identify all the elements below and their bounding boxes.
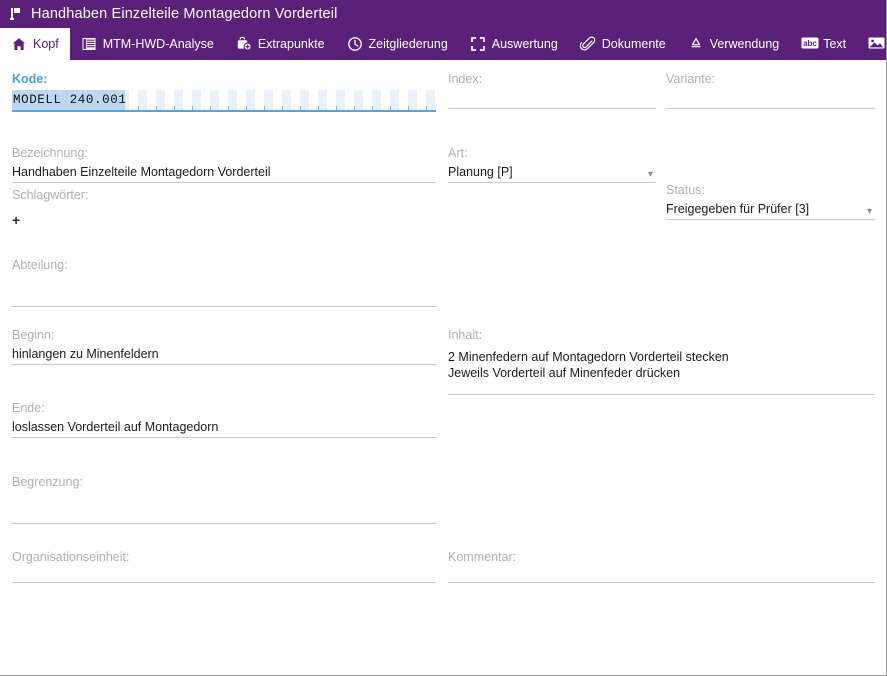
home-icon	[11, 36, 27, 52]
abc-icon: abc	[801, 36, 819, 52]
organisationseinheit-input[interactable]	[12, 582, 436, 583]
field-inhalt: Inhalt: 2 Minenfedern auf Montagedorn Vo…	[448, 328, 875, 395]
tab-label: Text	[823, 37, 847, 51]
tab-verwendung[interactable]: Verwendung	[677, 28, 791, 60]
status-value: Freigegeben für Prüfer [3]	[666, 202, 810, 216]
tab-label: Kopf	[33, 37, 59, 51]
chevron-down-icon[interactable]: ▾	[648, 170, 653, 180]
tab-extrapunkte[interactable]: Extrapunkte	[225, 28, 336, 60]
tab-kopf[interactable]: Kopf	[0, 28, 70, 60]
field-label-bezeichnung: Bezeichnung:	[12, 146, 88, 160]
recycle-icon	[688, 36, 704, 52]
bezeichnung-value: Handhaben Einzelteile Montagedorn Vorder…	[12, 165, 271, 179]
tab-label: Auswertung	[491, 37, 558, 51]
window-title: Handhaben Einzelteile Montagedorn Vorder…	[31, 6, 338, 22]
field-abteilung: Abteilung:	[12, 258, 436, 307]
add-schlagwort-button[interactable]: +	[12, 212, 20, 228]
index-input[interactable]	[448, 90, 656, 109]
field-ende: Ende: loslassen Vorderteil auf Montagedo…	[12, 401, 436, 438]
tab-zeitgliederung[interactable]: Zeitgliederung	[336, 28, 459, 60]
field-label-art: Art:	[448, 146, 468, 160]
tab-dokumente[interactable]: Dokumente	[569, 28, 677, 60]
tab-label: Zeitgliederung	[368, 37, 448, 51]
ende-value: loslassen Vorderteil auf Montagedorn	[12, 420, 219, 434]
process-step-icon	[8, 6, 24, 22]
field-label-inhalt: Inhalt:	[448, 328, 483, 342]
bag-plus-icon	[236, 36, 252, 52]
kode-value: MODELL 240.001	[13, 93, 127, 107]
beginn-value: hinlangen zu Minenfeldern	[12, 347, 159, 361]
field-label-kommentar: Kommentar:	[448, 550, 517, 564]
ende-input[interactable]: loslassen Vorderteil auf Montagedorn	[12, 419, 436, 438]
kommentar-input[interactable]	[448, 582, 875, 583]
tab-label: Verwendung	[709, 37, 780, 51]
field-label-kode: Kode:	[12, 72, 48, 86]
field-schlagwoerter: Schlagwörter: +	[12, 188, 436, 230]
field-label-organisationseinheit: Organisationseinheit:	[12, 550, 130, 564]
tab-auswertung[interactable]: Auswertung	[459, 28, 569, 60]
field-status: Status: Freigegeben für Prüfer [3] ▾	[666, 183, 875, 220]
field-begrenzung: Begrenzung:	[12, 475, 436, 524]
field-label-index: Index:	[448, 72, 483, 86]
inhalt-underline	[448, 394, 875, 395]
kode-input[interactable]: MODELL 240.001	[12, 90, 436, 112]
list-grid-icon	[81, 36, 97, 52]
field-kode: Kode: MODELL 240.001	[12, 72, 436, 112]
begrenzung-input[interactable]	[12, 523, 436, 524]
status-select[interactable]: Freigegeben für Prüfer [3]	[666, 201, 875, 220]
beginn-input[interactable]: hinlangen zu Minenfeldern	[12, 346, 436, 365]
inhalt-line-1: 2 Minenfedern auf Montagedorn Vorderteil…	[448, 350, 729, 364]
paperclip-icon	[579, 36, 596, 52]
field-label-schlagwoerter: Schlagwörter:	[12, 188, 89, 202]
chevron-down-icon[interactable]: ▾	[867, 207, 872, 217]
tab-label: Dokumente	[601, 37, 666, 51]
inhalt-line-2: Jeweils Vorderteil auf Minenfeder drücke…	[448, 366, 681, 380]
tab-text[interactable]: abc Text	[790, 28, 857, 60]
tab-bar: Kopf MTM-HWD-Analyse Extrapunkte Zeitgli…	[0, 28, 886, 60]
image-icon	[868, 36, 885, 52]
field-index: Index:	[448, 72, 656, 109]
bezeichnung-input[interactable]: Handhaben Einzelteile Montagedorn Vorder…	[12, 164, 436, 183]
art-value: Planung [P]	[448, 165, 513, 179]
application-window: Handhaben Einzelteile Montagedorn Vorder…	[0, 0, 887, 676]
svg-text:abc: abc	[803, 39, 817, 48]
field-label-status: Status:	[666, 183, 705, 197]
field-bezeichnung: Bezeichnung: Handhaben Einzelteile Monta…	[12, 146, 436, 183]
field-label-ende: Ende:	[12, 401, 45, 415]
tab-label: MTM-HWD-Analyse	[102, 37, 214, 51]
field-label-variante: Variante:	[666, 72, 716, 86]
abteilung-input[interactable]	[12, 306, 436, 307]
field-kommentar: Kommentar:	[448, 550, 875, 583]
form-body: Kode: MODELL 240.001 Index: Variante: Be…	[0, 60, 886, 675]
inhalt-input[interactable]: 2 Minenfedern auf Montagedorn Vorderteil…	[448, 346, 875, 394]
field-art: Art: Planung [P] ▾	[448, 146, 656, 183]
tab-bild[interactable]: Bild	[857, 28, 887, 60]
tab-label: Extrapunkte	[257, 37, 325, 51]
clock-icon	[347, 36, 363, 52]
field-label-abteilung: Abteilung:	[12, 258, 68, 272]
expand-icon	[470, 36, 486, 52]
title-bar: Handhaben Einzelteile Montagedorn Vorder…	[0, 0, 886, 28]
field-organisationseinheit: Organisationseinheit:	[12, 550, 436, 583]
field-label-beginn: Beginn:	[12, 328, 55, 342]
tab-mtm-hwd-analyse[interactable]: MTM-HWD-Analyse	[70, 28, 225, 60]
field-label-begrenzung: Begrenzung:	[12, 475, 83, 489]
field-beginn: Beginn: hinlangen zu Minenfeldern	[12, 328, 436, 365]
field-variante: Variante:	[666, 72, 875, 109]
art-select[interactable]: Planung [P]	[448, 164, 656, 183]
variante-input[interactable]	[666, 90, 875, 109]
